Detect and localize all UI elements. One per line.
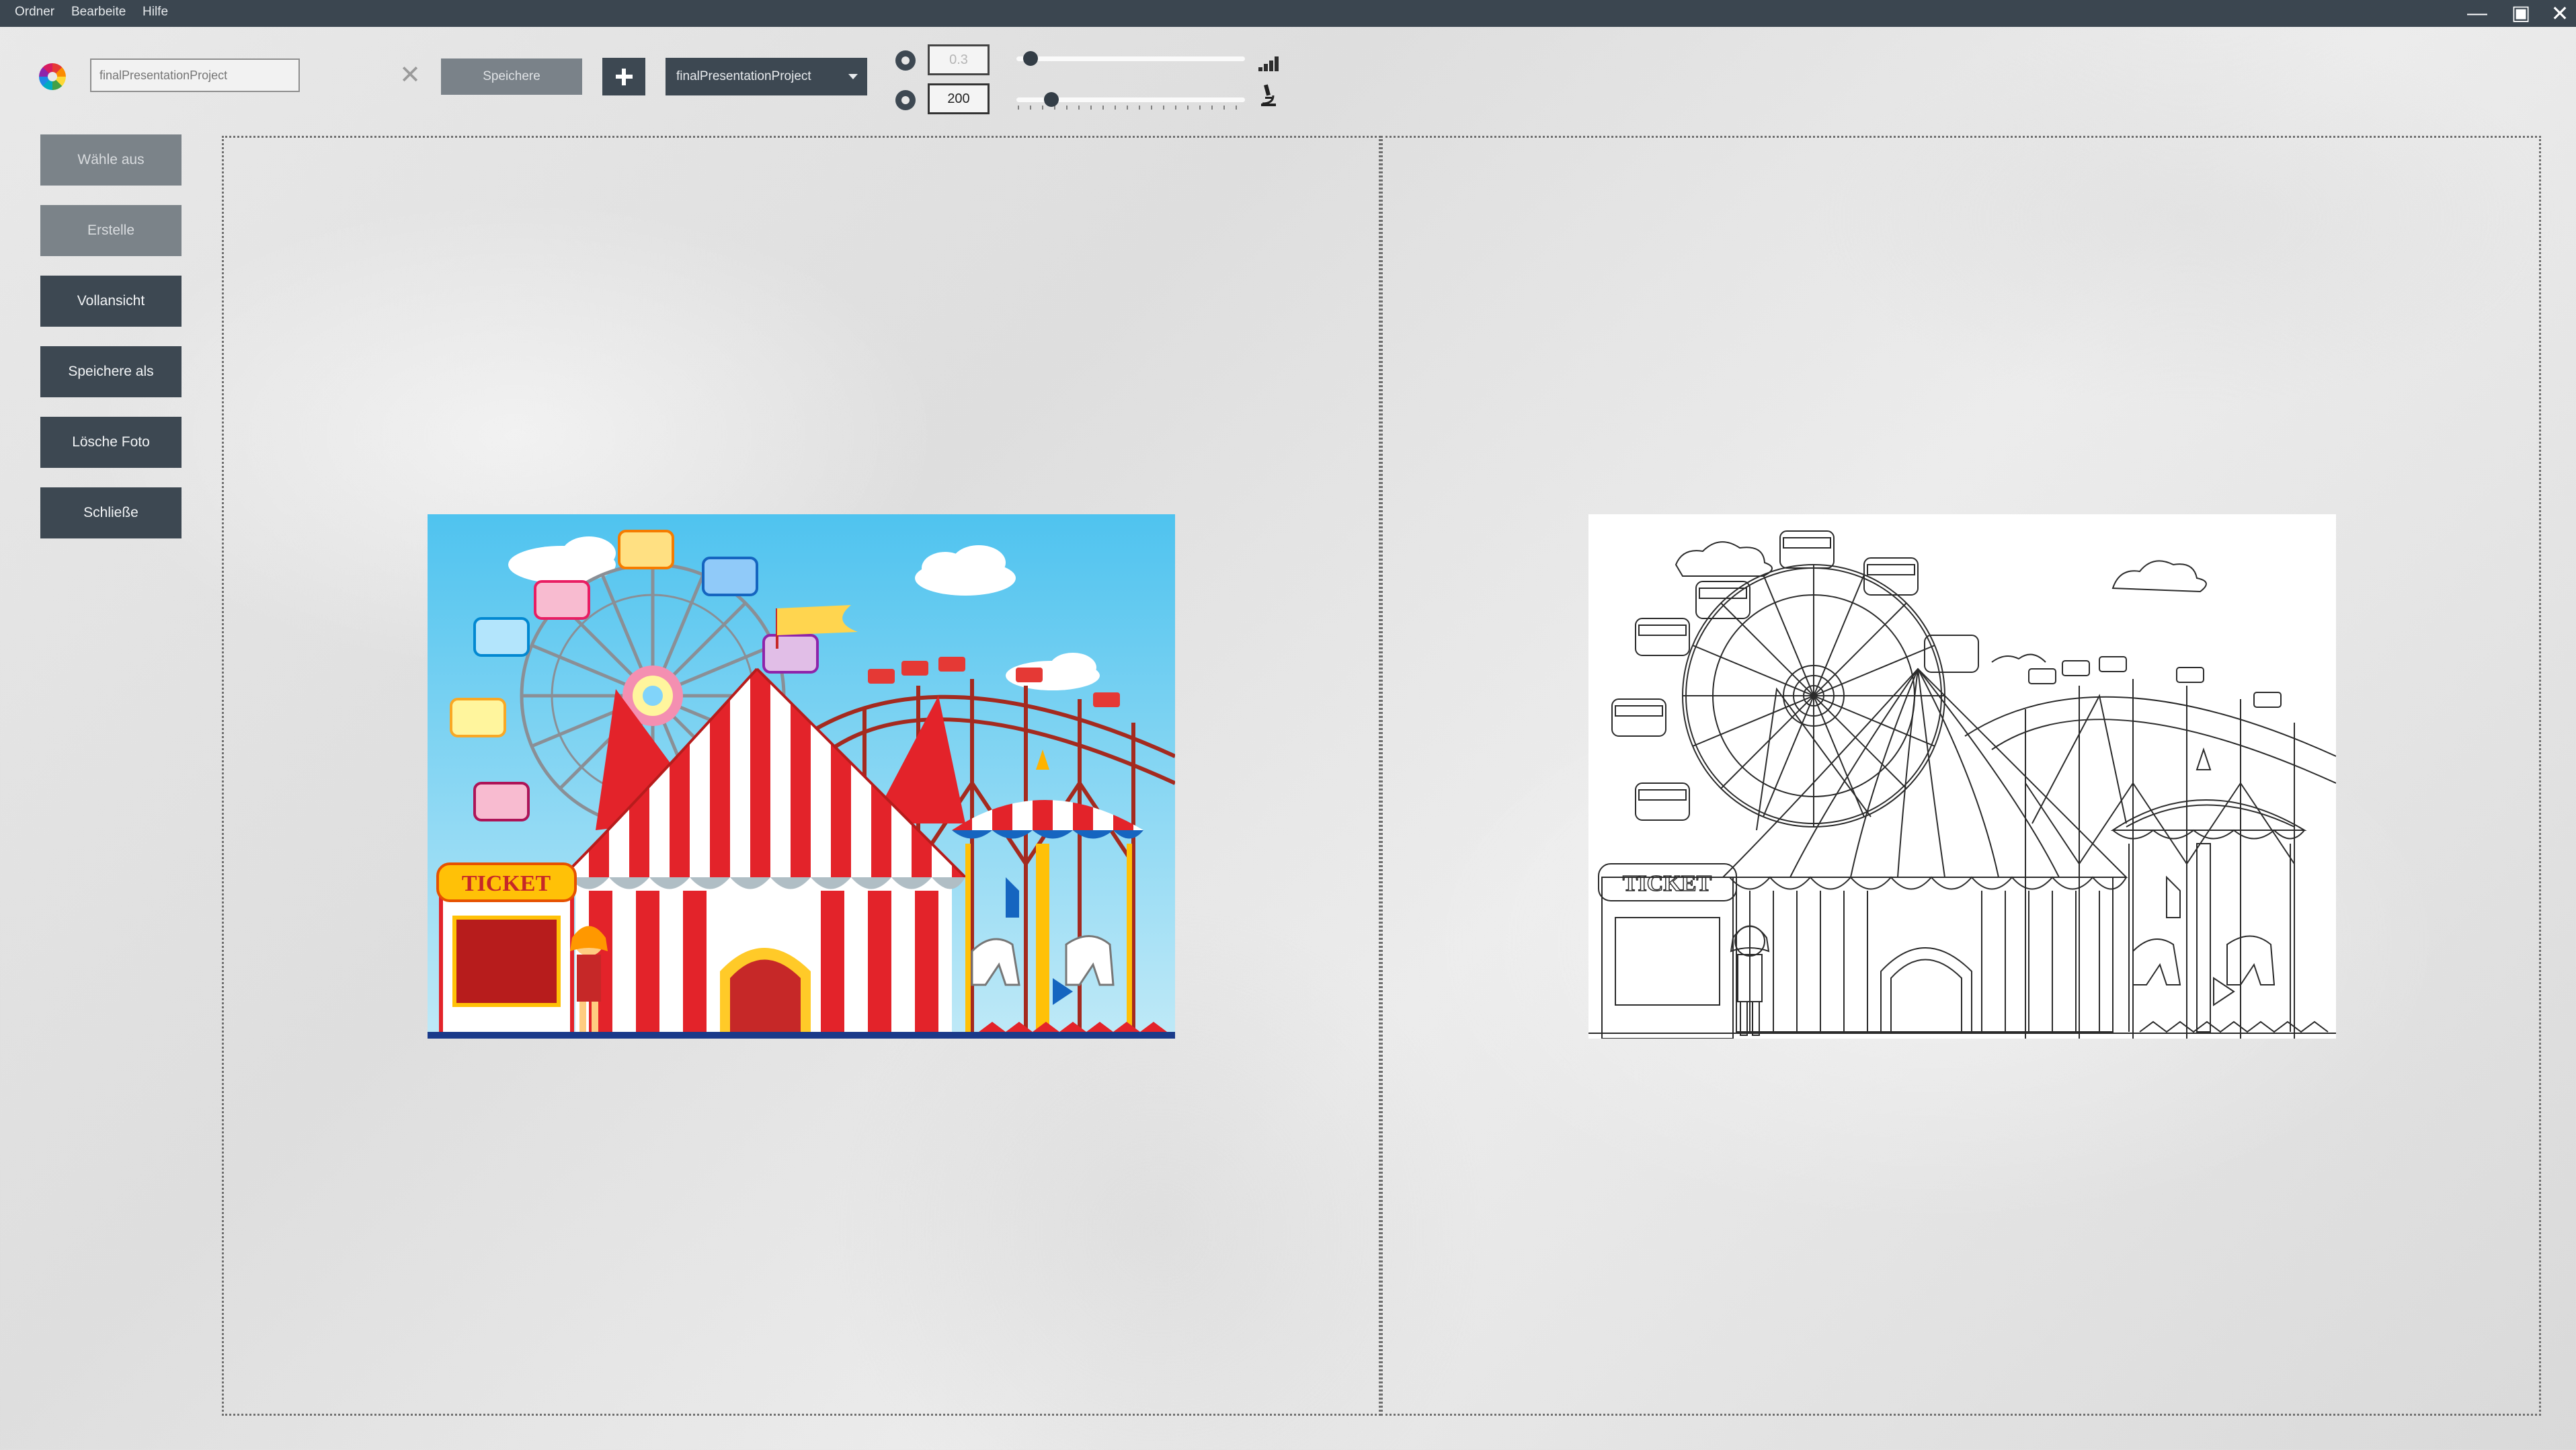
create-button[interactable]: Erstelle [40, 205, 182, 256]
close-project-button[interactable]: Schließe [40, 487, 182, 538]
radio-size[interactable] [895, 90, 916, 110]
select-image-button[interactable]: Wähle aus [40, 134, 182, 186]
title-bar: Ordner Bearbeite Hilfe — ▣ ✕ [0, 0, 2576, 27]
full-view-button[interactable]: Vollansicht [40, 276, 182, 327]
save-as-button[interactable]: Speichere als [40, 346, 182, 397]
minimize-button[interactable]: — [2457, 0, 2497, 27]
threshold-field[interactable]: 0.3 [928, 44, 990, 75]
add-project-button[interactable] [602, 58, 645, 95]
close-button[interactable]: ✕ [2540, 0, 2576, 27]
app-logo-icon [39, 63, 66, 90]
right-ticket-sign: TICKET [1623, 871, 1712, 896]
project-dropdown-value: finalPresentationProject [676, 69, 811, 83]
chevron-down-icon [848, 74, 858, 79]
delete-photo-button[interactable]: Lösche Foto [40, 417, 182, 468]
menu-ordner[interactable]: Ordner [15, 0, 54, 27]
project-dropdown[interactable]: finalPresentationProject [666, 58, 867, 95]
save-button[interactable]: Speichere [441, 58, 582, 95]
size-slider-thumb[interactable] [1043, 92, 1059, 107]
size-field[interactable]: 200 [928, 83, 990, 114]
maximize-button[interactable]: ▣ [2501, 0, 2541, 27]
threshold-slider-thumb[interactable] [1023, 51, 1039, 66]
outline-image: TICKET [1588, 514, 2336, 1039]
clear-icon[interactable]: ✕ [397, 59, 424, 91]
microscope-icon [1258, 83, 1279, 109]
menu-bearbeite[interactable]: Bearbeite [71, 0, 126, 27]
threshold-slider[interactable] [1016, 56, 1245, 61]
radio-threshold[interactable] [895, 50, 916, 71]
left-ticket-sign: TICKET [462, 871, 551, 896]
signal-strength-icon [1258, 56, 1279, 71]
original-image: TICKET [428, 514, 1175, 1039]
project-name-input[interactable] [90, 58, 300, 92]
menu-hilfe[interactable]: Hilfe [143, 0, 168, 27]
